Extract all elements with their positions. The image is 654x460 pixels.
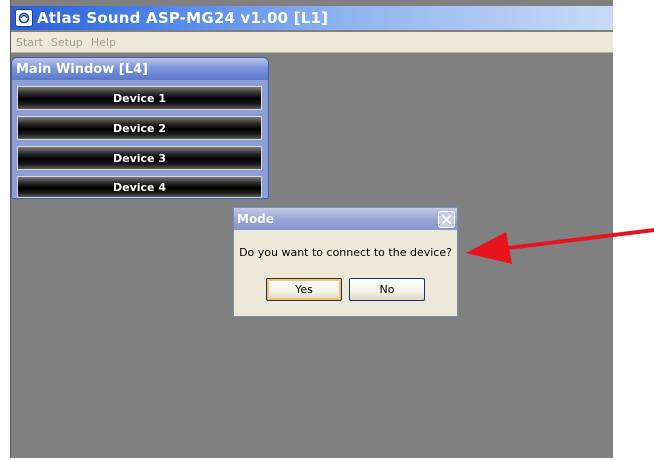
- menu-help[interactable]: Help: [87, 36, 120, 49]
- device-3-button[interactable]: Device 3: [17, 146, 262, 170]
- red-arrow-icon: [466, 228, 654, 264]
- app-title-bar[interactable]: Atlas Sound ASP-MG24 v1.00 [L1]: [11, 6, 613, 30]
- device-1-button[interactable]: Device 1: [17, 86, 262, 110]
- device-2-button[interactable]: Device 2: [17, 116, 262, 140]
- dialog-title-bar[interactable]: Mode: [234, 208, 457, 230]
- app-logo-icon: [15, 9, 33, 27]
- menu-bar: Start Setup Help: [11, 32, 613, 53]
- device-4-button[interactable]: Device 4: [17, 176, 262, 198]
- dialog-message: Do you want to connect to the device?: [239, 246, 452, 259]
- yes-button[interactable]: Yes: [266, 278, 342, 301]
- menu-start[interactable]: Start: [11, 36, 47, 49]
- close-icon[interactable]: [438, 210, 455, 228]
- main-window-title: Main Window [L4]: [16, 61, 148, 77]
- main-window-title-bar[interactable]: Main Window [L4]: [12, 58, 268, 80]
- no-button[interactable]: No: [349, 278, 425, 301]
- dialog-title: Mode: [237, 212, 274, 226]
- mode-dialog: Mode Do you want to connect to the devic…: [233, 207, 458, 317]
- app-title: Atlas Sound ASP-MG24 v1.00 [L1]: [37, 9, 329, 27]
- menu-setup[interactable]: Setup: [47, 36, 87, 49]
- main-window-panel: Main Window [L4] Device 1 Device 2 Devic…: [11, 57, 269, 199]
